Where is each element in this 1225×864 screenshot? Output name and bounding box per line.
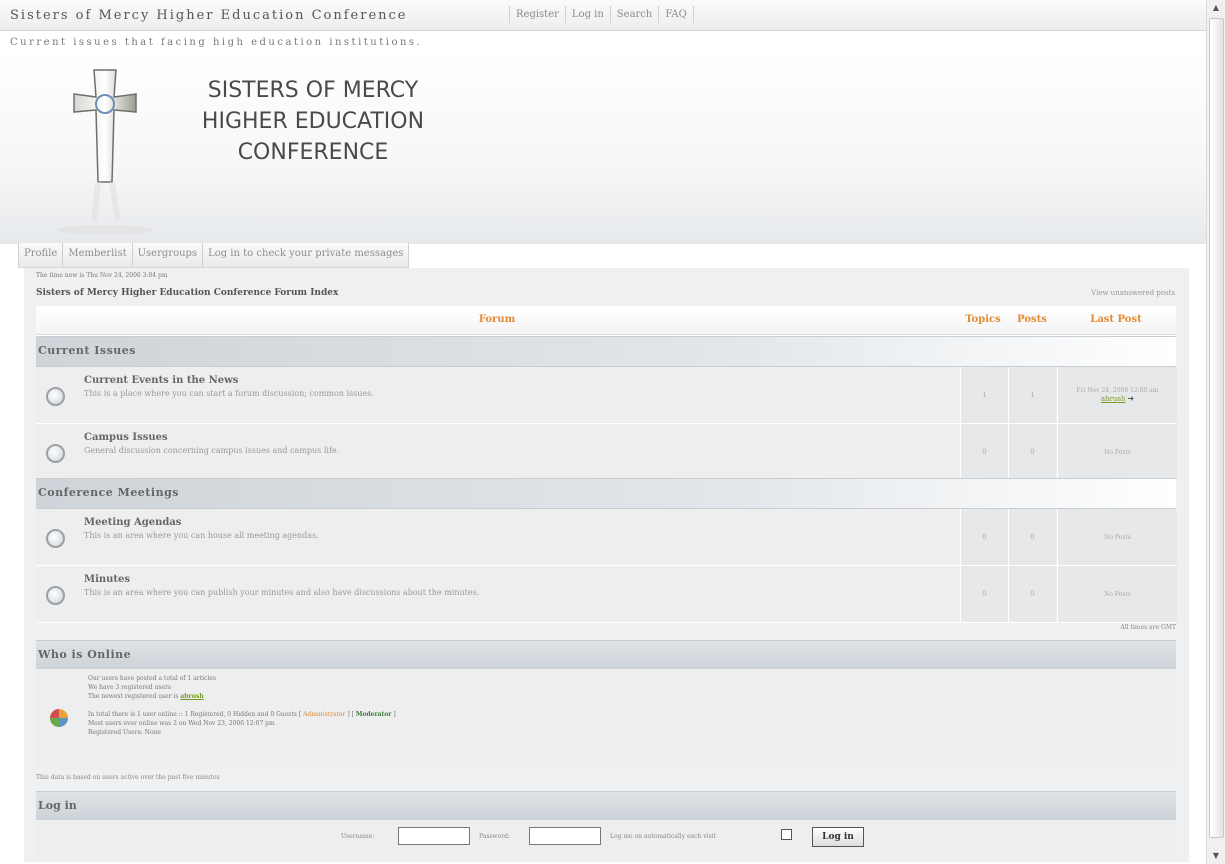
posts-count: 0 [1008,566,1056,622]
last-post-time: Fri Nov 24, 2006 12:00 am [1076,387,1159,394]
top-bar: Sisters of Mercy Higher Education Confer… [0,0,1207,31]
administrator-legend: Administrator [303,711,346,718]
forum-description: This is a place where you can start a fo… [84,389,374,398]
current-time: The time now is Thu Nov 24, 2006 3:04 pm [36,272,168,279]
tab-memberlist[interactable]: Memberlist [63,243,133,267]
login-button[interactable]: Log in [812,827,864,847]
online-users-icon [50,709,68,727]
header-forum: Forum [36,306,958,335]
header-posts: Posts [1008,306,1056,335]
logo-line: CONFERENCE [237,140,389,165]
site-title: Sisters of Mercy Higher Education Confer… [10,8,408,23]
online-stat-line: Our users have posted a total of 1 artic… [88,675,216,682]
timezone-note: All times are GMT [1120,624,1176,631]
forum-row: Current Events in the News This is a pla… [36,367,1177,424]
who-is-online-title[interactable]: Who is Online [38,648,131,661]
topics-count: 0 [960,509,1008,565]
forum-folder-icon [46,444,65,463]
forum-row: Campus Issues General discussion concern… [36,424,1177,481]
forum-table: Forum Topics Posts Last Post Current Iss… [36,306,1177,623]
online-stat-line: We have 3 registered users [88,684,171,691]
moderator-legend: Moderator [355,711,392,718]
site-tagline: Current issues that facing high educatio… [10,37,423,48]
forum-folder-icon [46,387,65,406]
posts-count: 1 [1008,367,1056,423]
password-field[interactable] [529,827,601,845]
header-topics: Topics [958,306,1008,335]
logo-text: SISTERS OF MERCY HIGHER EDUCATION CONFER… [183,75,443,168]
who-is-online-header: Who is Online [36,640,1176,669]
password-label: Password: [479,833,510,840]
forum-folder-icon [46,529,65,548]
nav-tabs: Profile Memberlist Usergroups Log in to … [18,243,410,268]
topics-count: 1 [960,367,1008,423]
last-post-cell: No Posts [1057,424,1177,480]
login-panel: Username: Password: Log me on automatica… [36,820,1176,856]
online-stats: Our users have posted a total of 1 artic… [88,675,396,736]
newest-user-link[interactable]: abrush [180,693,203,700]
auto-login-checkbox[interactable] [781,829,792,840]
topics-count: 0 [960,566,1008,622]
category-row: Current Issues [36,336,1176,367]
last-post-cell: No Posts [1057,566,1177,622]
last-post-user-link[interactable]: abrush [1101,395,1126,403]
login-header: Log in [36,791,1176,820]
active-users-note: This data is based on users active over … [36,774,220,781]
category-current-issues[interactable]: Current Issues [38,344,136,357]
tab-private-messages[interactable]: Log in to check your private messages [203,243,410,267]
online-stat-line: Most users ever online was 2 on Wed Nov … [88,720,275,727]
who-is-online-panel: Our users have posted a total of 1 artic… [36,669,1176,769]
online-stat-line: Registered Users: None [88,729,161,736]
last-post-cell: No Posts [1057,509,1177,565]
auto-login-label: Log me on automatically each visit [610,833,716,840]
posts-count: 0 [1008,509,1056,565]
username-label: Username: [341,833,375,840]
faq-link[interactable]: FAQ [658,6,694,23]
cross-logo-icon [50,62,160,237]
forum-description: General discussion concerning campus iss… [84,446,340,455]
search-link[interactable]: Search [609,6,659,23]
top-links: Register Log in Search FAQ [509,6,694,23]
forum-folder-icon [46,586,65,605]
forum-link-campus-issues[interactable]: Campus Issues [84,432,168,443]
scrollbar-thumb[interactable] [1209,18,1224,838]
topics-count: 0 [960,424,1008,480]
category-row: Conference Meetings [36,478,1176,509]
scroll-up-arrow-icon[interactable]: ▲ [1207,0,1225,16]
last-post-text: No Posts [1104,448,1131,456]
login-title[interactable]: Log in [38,799,77,812]
logo-line: SISTERS OF MERCY [207,78,419,103]
online-stat-line: The newest registered user is [88,693,179,700]
posts-count: 0 [1008,424,1056,480]
forum-description: This is an area where you can publish yo… [84,588,480,597]
online-stat-line: In total there is 1 user online :: 1 Reg… [88,711,297,718]
forum-link-current-events[interactable]: Current Events in the News [84,375,238,386]
category-conference-meetings[interactable]: Conference Meetings [38,486,179,499]
header-last-post: Last Post [1056,306,1176,335]
forum-row: Meeting Agendas This is an area where yo… [36,509,1177,566]
forum-link-minutes[interactable]: Minutes [84,574,130,585]
logo-line: HIGHER EDUCATION [201,109,425,134]
forum-link-meeting-agendas[interactable]: Meeting Agendas [84,517,181,528]
tab-usergroups[interactable]: Usergroups [132,243,204,267]
last-post-cell: Fri Nov 24, 2006 12:00 am abrush ➜ [1057,367,1177,423]
last-post-text: No Posts [1104,590,1131,598]
view-latest-post-icon[interactable]: ➜ [1127,394,1134,403]
tab-profile[interactable]: Profile [18,243,64,267]
scroll-down-arrow-icon[interactable]: ▼ [1207,848,1225,864]
username-field[interactable] [398,827,470,845]
vertical-scrollbar[interactable]: ▲ ▼ [1206,0,1225,864]
last-post-text: No Posts [1104,533,1131,541]
register-link[interactable]: Register [509,6,565,23]
banner [0,48,1207,244]
view-unanswered-link[interactable]: View unanswered posts [1091,289,1175,297]
forum-index-link[interactable]: Sisters of Mercy Higher Education Confer… [36,288,338,298]
forum-row: Minutes This is an area where you can pu… [36,566,1177,623]
login-link[interactable]: Log in [564,6,610,23]
forum-description: This is an area where you can house all … [84,531,319,540]
